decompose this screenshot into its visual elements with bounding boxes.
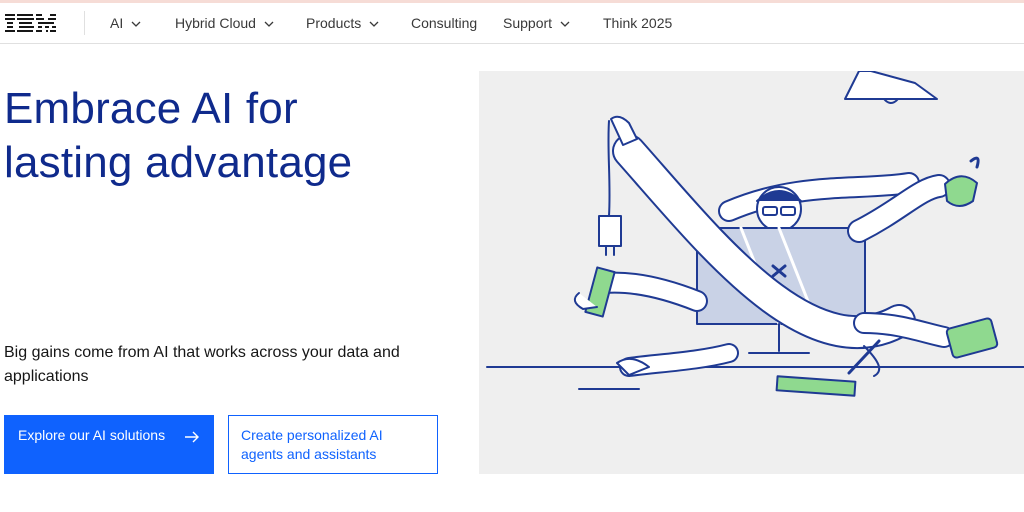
nav-item-hybrid-cloud[interactable]: Hybrid Cloud <box>175 3 274 43</box>
nav-item-ai[interactable]: AI <box>110 3 141 43</box>
nav-item-label: Consulting <box>411 15 478 31</box>
explore-ai-solutions-button[interactable]: Explore our AI solutions <box>4 415 214 474</box>
create-ai-agents-button[interactable]: Create personalized AI agents and assist… <box>228 415 438 474</box>
button-label: Explore our AI solutions <box>18 427 166 443</box>
headline-line-2: lasting advantage <box>4 138 353 187</box>
hero-illustration <box>479 71 1024 474</box>
nav-item-support[interactable]: Support <box>503 3 570 43</box>
top-nav: AI Hybrid Cloud Products Consulting Supp… <box>0 3 1024 44</box>
nav-item-label: Products <box>306 15 362 31</box>
chevron-down-icon <box>131 21 141 28</box>
nav-item-label: AI <box>110 15 124 31</box>
headline-line-1: Embrace AI for <box>4 84 298 133</box>
ibm-logo[interactable] <box>5 12 57 34</box>
nav-item-think-2025[interactable]: Think 2025 <box>603 3 672 43</box>
chevron-down-icon <box>560 21 570 28</box>
nav-item-label: Think 2025 <box>603 15 673 31</box>
button-label: Create personalized AI agents and assist… <box>241 427 383 462</box>
nav-item-label: Support <box>503 15 553 31</box>
hero-headline: Embrace AI for lasting advantage <box>4 82 444 190</box>
nav-divider <box>84 11 85 35</box>
arrow-right-icon <box>184 429 200 445</box>
chevron-down-icon <box>264 21 274 28</box>
nav-item-products[interactable]: Products <box>306 3 379 43</box>
nav-item-consulting[interactable]: Consulting <box>411 3 477 43</box>
nav-item-label: Hybrid Cloud <box>175 15 256 31</box>
chevron-down-icon <box>369 21 379 28</box>
hero-subtext: Big gains come from AI that works across… <box>4 344 400 385</box>
